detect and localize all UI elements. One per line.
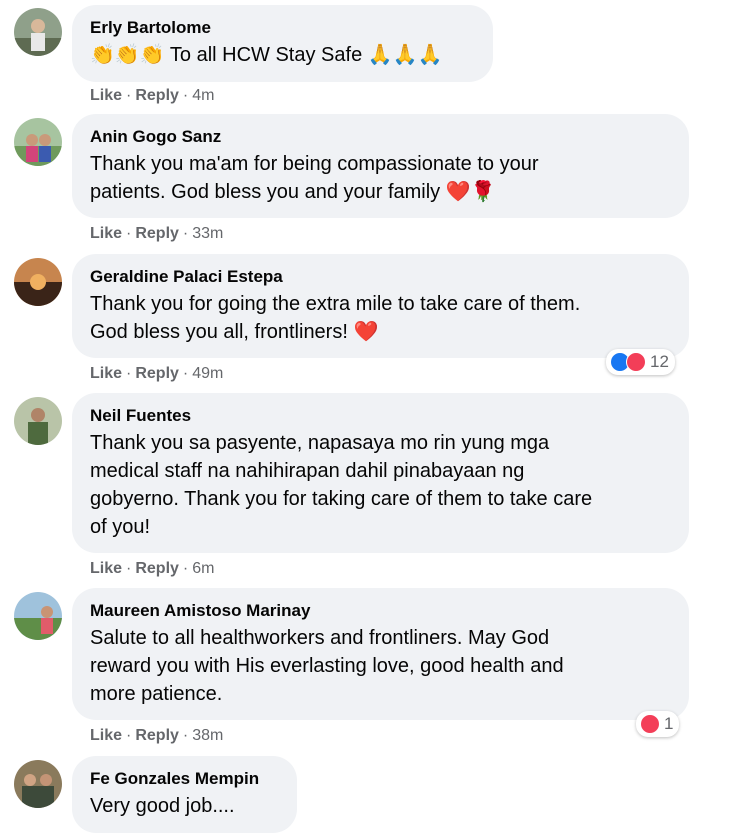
comment-text: patients. God bless you and your family …	[90, 181, 496, 203]
comment-text: medical staff na nahihirapan dahil pinab…	[90, 460, 525, 482]
comment-author[interactable]: Geraldine Palaci Estepa	[90, 266, 671, 287]
comment-bubble: Geraldine Palaci Estepa Thank you for go…	[72, 254, 689, 358]
avatar[interactable]	[14, 760, 62, 808]
comment-bubble: Fe Gonzales Mempin Very good job....	[72, 756, 297, 833]
reaction-count: 12	[650, 352, 669, 371]
avatar[interactable]	[14, 592, 62, 640]
comment-bubble: Maureen Amistoso Marinay Salute to all h…	[72, 588, 689, 720]
comment-actions: Like · Reply · 33m	[90, 225, 224, 242]
reply-link[interactable]: Reply	[135, 225, 179, 242]
reaction-summary[interactable]: 1	[636, 711, 680, 737]
comment-actions: Like · Reply · 4m	[90, 87, 215, 104]
like-link[interactable]: Like	[90, 87, 122, 104]
like-link[interactable]: Like	[90, 727, 122, 744]
love-reaction-icon	[626, 352, 646, 372]
comment-actions: Like · Reply · 49m	[90, 365, 224, 382]
comment-text: 👏👏👏 To all HCW Stay Safe 🙏🙏🙏	[90, 44, 443, 66]
comment-time[interactable]: 38m	[192, 727, 223, 744]
love-reaction-icon	[640, 714, 660, 734]
comment-bubble: Neil Fuentes Thank you sa pasyente, napa…	[72, 393, 689, 553]
comment-author[interactable]: Maureen Amistoso Marinay	[90, 600, 671, 621]
comment-time[interactable]: 49m	[192, 365, 223, 382]
comment-bubble: Anin Gogo Sanz Thank you ma'am for being…	[72, 114, 689, 218]
avatar[interactable]	[14, 397, 62, 445]
comment-text: Thank you for going the extra mile to ta…	[90, 293, 581, 315]
comment-time[interactable]: 33m	[192, 225, 223, 242]
reply-link[interactable]: Reply	[135, 727, 179, 744]
like-link[interactable]: Like	[90, 365, 122, 382]
comment-text: Salute to all healthworkers and frontlin…	[90, 627, 550, 649]
comment-author[interactable]: Fe Gonzales Mempin	[90, 768, 279, 789]
comment-text: gobyerno. Thank you for taking care of t…	[90, 488, 593, 510]
comment-text: Thank you sa pasyente, napasaya mo rin y…	[90, 432, 550, 454]
comment-bubble: Erly Bartolome 👏👏👏 To all HCW Stay Safe …	[72, 5, 493, 82]
like-link[interactable]: Like	[90, 560, 122, 577]
comment-time[interactable]: 4m	[192, 87, 214, 104]
comment-actions: Like · Reply · 6m	[90, 560, 215, 577]
avatar[interactable]	[14, 258, 62, 306]
reaction-summary[interactable]: 12	[606, 349, 675, 375]
comment-text: of you!	[90, 516, 151, 538]
comment-text: Thank you ma'am for being compassionate …	[90, 153, 539, 175]
comment-author[interactable]: Anin Gogo Sanz	[90, 126, 671, 147]
reply-link[interactable]: Reply	[135, 87, 179, 104]
like-link[interactable]: Like	[90, 225, 122, 242]
comment-author[interactable]: Neil Fuentes	[90, 405, 671, 426]
comment-text: more patience.	[90, 683, 223, 705]
comment-time[interactable]: 6m	[192, 560, 214, 577]
reaction-count: 1	[664, 714, 674, 733]
comment-actions: Like · Reply · 38m	[90, 727, 224, 744]
reply-link[interactable]: Reply	[135, 560, 179, 577]
avatar[interactable]	[14, 8, 62, 56]
comment-text: Very good job....	[90, 795, 235, 817]
comment-text: God bless you all, frontliners! ❤️	[90, 321, 379, 343]
avatar[interactable]	[14, 118, 62, 166]
comment-text: reward you with His everlasting love, go…	[90, 655, 564, 677]
comment-author[interactable]: Erly Bartolome	[90, 17, 475, 38]
reply-link[interactable]: Reply	[135, 365, 179, 382]
